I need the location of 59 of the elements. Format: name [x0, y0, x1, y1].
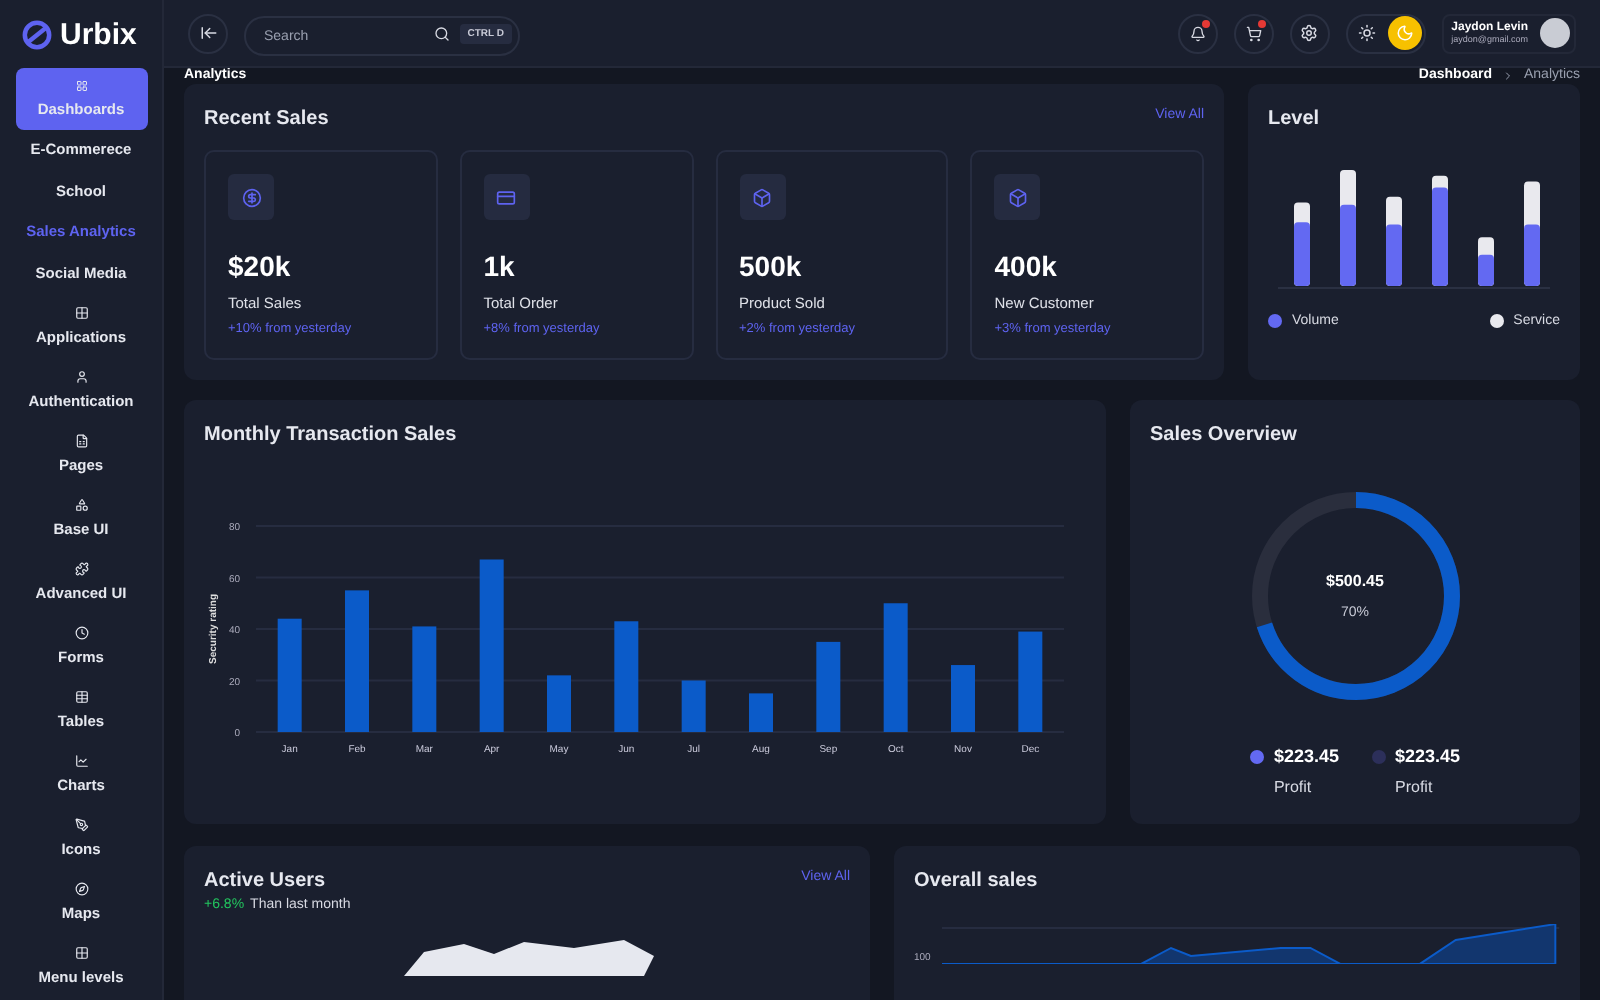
box-icon	[994, 174, 1041, 220]
bar	[749, 693, 773, 732]
user-icon	[73, 370, 89, 384]
bar	[883, 603, 908, 732]
box-icon	[739, 174, 785, 220]
bar	[951, 665, 975, 732]
bar	[345, 590, 369, 732]
theme-toggle[interactable]	[1345, 13, 1426, 53]
puzzle-icon	[73, 562, 89, 576]
grid-icon	[73, 946, 89, 960]
bar	[614, 621, 639, 732]
clock-icon	[73, 626, 89, 640]
bar	[681, 680, 706, 732]
cart-button[interactable]	[1233, 13, 1274, 53]
search-icon	[433, 25, 450, 41]
sun-icon	[1357, 24, 1376, 42]
bar	[277, 618, 302, 732]
card-title: Level	[1268, 108, 1322, 130]
avatar	[1540, 18, 1570, 48]
chevron-icon	[1501, 69, 1514, 81]
apps-icon	[73, 306, 89, 320]
bar	[547, 675, 571, 732]
cart-icon	[1245, 25, 1262, 41]
legend-label: Profit	[1393, 778, 1435, 796]
legend-value: $223.45	[1395, 746, 1461, 766]
total-value: $500.45	[1326, 572, 1384, 590]
line-chart-icon	[73, 754, 89, 768]
legend-value: $223.45	[1273, 746, 1339, 766]
bar	[412, 626, 437, 732]
stat-value: 1k	[483, 250, 517, 282]
logo-icon	[22, 19, 52, 49]
card-icon	[483, 174, 530, 220]
card-title: Overall sales	[914, 870, 1040, 892]
collapse-button[interactable]	[188, 13, 228, 53]
pages-icon	[73, 434, 89, 448]
notification-button[interactable]	[1177, 13, 1218, 53]
compass-icon	[73, 882, 89, 896]
stat-value: $20k	[228, 250, 293, 282]
dark-mode-button[interactable]	[1387, 16, 1422, 50]
card-title: Sales Overview	[1150, 424, 1299, 446]
brand-name: Urbix	[60, 17, 137, 51]
card-title: Active Users	[204, 870, 328, 892]
shapes-icon	[73, 498, 89, 512]
card-title: Recent Sales	[204, 108, 329, 130]
dollar-coin-icon	[228, 174, 274, 220]
table-icon	[73, 690, 89, 704]
grid-icon	[73, 80, 89, 92]
moon-icon	[1395, 24, 1414, 42]
card-title: Monthly Transaction Sales	[204, 424, 459, 446]
settings-icon	[1300, 24, 1319, 42]
stat-value: 400k	[994, 250, 1059, 282]
stat-value: 500k	[739, 250, 804, 282]
settings-button[interactable]	[1289, 13, 1330, 53]
legend-label: Profit	[1271, 778, 1314, 796]
bell-icon	[1189, 25, 1206, 41]
arrow-left-bar-icon	[199, 24, 217, 42]
bar	[816, 641, 841, 732]
pen-icon	[73, 818, 89, 832]
bar	[1018, 631, 1043, 732]
